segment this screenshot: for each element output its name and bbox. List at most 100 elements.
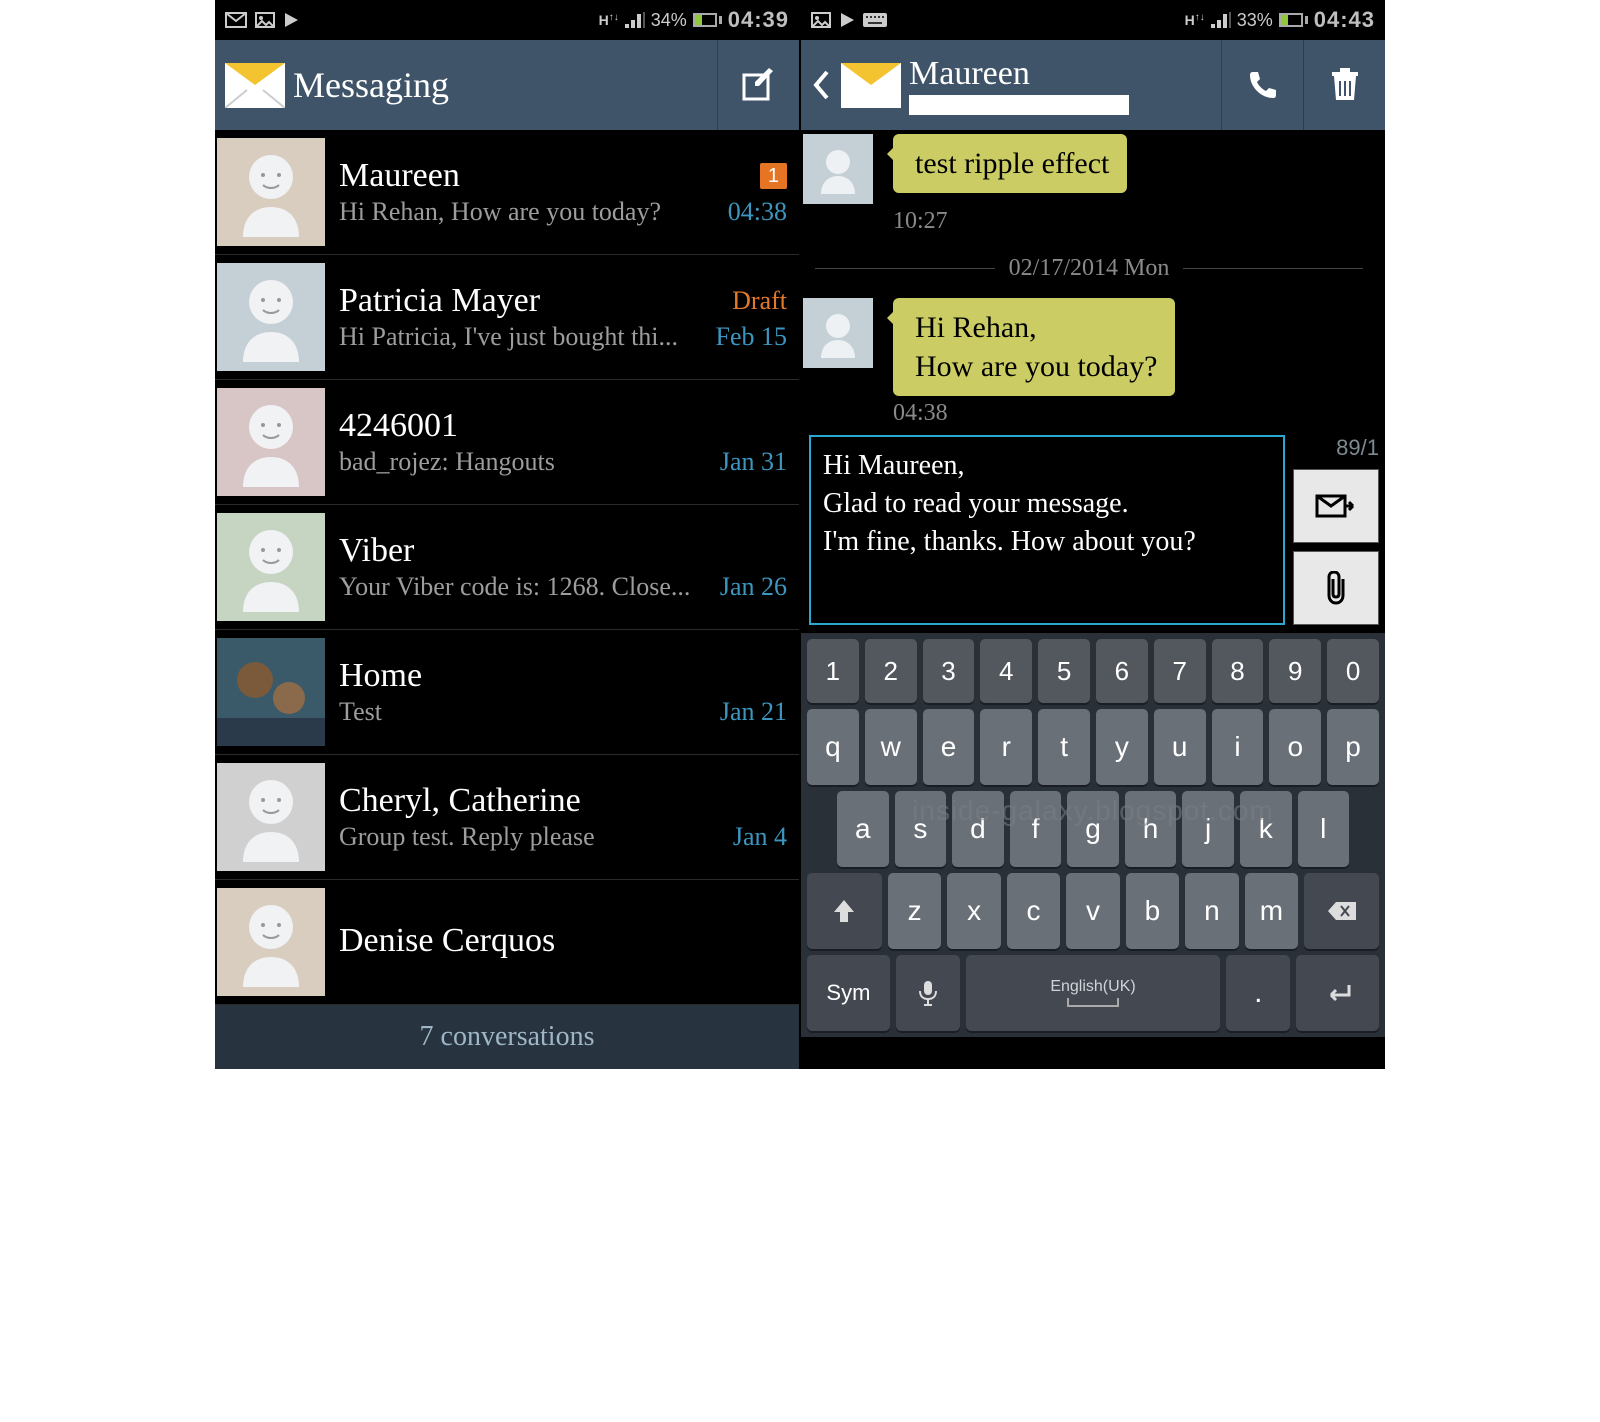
key-i[interactable]: i — [1212, 709, 1264, 785]
contact-name: Maureen — [339, 157, 460, 195]
key-t[interactable]: t — [1038, 709, 1090, 785]
status-time: 04:39 — [728, 7, 789, 33]
key-4[interactable]: 4 — [980, 639, 1032, 703]
date-separator: 02/17/2014 Mon — [801, 255, 1377, 282]
key-q[interactable]: q — [807, 709, 859, 785]
key-backspace[interactable] — [1304, 873, 1379, 949]
avatar — [217, 138, 325, 246]
battery-icon — [1279, 13, 1308, 27]
avatar — [803, 298, 873, 368]
conversation-item[interactable]: Denise Cerquos — [215, 880, 799, 1005]
chat-messages[interactable]: test ripple effect 10:27 02/17/2014 Mon … — [801, 130, 1385, 427]
key-enter[interactable] — [1296, 955, 1379, 1031]
key-sym[interactable]: Sym — [807, 955, 890, 1031]
key-p[interactable]: p — [1327, 709, 1379, 785]
hspa-icon: H↑↓ — [1185, 12, 1205, 28]
key-w[interactable]: w — [865, 709, 917, 785]
key-u[interactable]: u — [1154, 709, 1206, 785]
key-a[interactable]: a — [837, 791, 889, 867]
message-preview: Hi Patricia, I've just bought thi... — [339, 322, 706, 352]
play-icon — [283, 12, 299, 28]
key-v[interactable]: v — [1066, 873, 1119, 949]
key-s[interactable]: s — [895, 791, 947, 867]
compose-input[interactable] — [809, 435, 1285, 625]
key-period[interactable]: . — [1226, 955, 1290, 1031]
message-time: 04:38 — [893, 400, 1377, 427]
contact-name: Denise Cerquos — [339, 922, 555, 960]
key-3[interactable]: 3 — [923, 639, 975, 703]
message-incoming[interactable]: test ripple effect — [801, 130, 1377, 204]
key-voice[interactable] — [896, 955, 960, 1031]
key-l[interactable]: l — [1298, 791, 1350, 867]
key-m[interactable]: m — [1245, 873, 1298, 949]
message-time: 10:27 — [893, 208, 1377, 235]
key-5[interactable]: 5 — [1038, 639, 1090, 703]
key-x[interactable]: x — [947, 873, 1000, 949]
key-d[interactable]: d — [952, 791, 1004, 867]
message-time: Feb 15 — [716, 322, 788, 352]
key-c[interactable]: c — [1007, 873, 1060, 949]
back-button[interactable] — [801, 70, 841, 100]
call-button[interactable] — [1221, 40, 1303, 130]
signal-icon — [1211, 12, 1231, 28]
key-9[interactable]: 9 — [1269, 639, 1321, 703]
battery-percent: 34% — [651, 10, 687, 31]
key-r[interactable]: r — [980, 709, 1032, 785]
conversation-item[interactable]: Patricia Mayer Draft Hi Patricia, I've jus… — [215, 255, 799, 380]
key-o[interactable]: o — [1269, 709, 1321, 785]
key-8[interactable]: 8 — [1212, 639, 1264, 703]
avatar — [217, 388, 325, 496]
key-e[interactable]: e — [923, 709, 975, 785]
app-title: Messaging — [293, 64, 717, 106]
conversation-list[interactable]: Maureen1Hi Rehan, How are you today?04:3… — [215, 130, 799, 1005]
key-7[interactable]: 7 — [1154, 639, 1206, 703]
conversation-item[interactable]: Maureen1Hi Rehan, How are you today?04:3… — [215, 130, 799, 255]
avatar — [217, 888, 325, 996]
contact-name: Patricia Mayer — [339, 282, 540, 320]
conversation-item[interactable]: Cheryl, CatherineGroup test. Reply pleas… — [215, 755, 799, 880]
conversation-count: 7 conversations — [215, 1005, 799, 1069]
send-button[interactable] — [1293, 469, 1379, 543]
avatar — [217, 763, 325, 871]
key-z[interactable]: z — [888, 873, 941, 949]
app-bar: Maureen — [801, 40, 1385, 130]
delete-button[interactable] — [1303, 40, 1385, 130]
message-preview: Hi Rehan, How are you today? — [339, 197, 718, 227]
avatar — [803, 134, 873, 204]
message-time: Jan 4 — [733, 822, 787, 852]
key-g[interactable]: g — [1067, 791, 1119, 867]
message-time: Jan 21 — [720, 697, 787, 727]
key-2[interactable]: 2 — [865, 639, 917, 703]
key-1[interactable]: 1 — [807, 639, 859, 703]
key-y[interactable]: y — [1096, 709, 1148, 785]
key-space[interactable]: English(UK) — [966, 955, 1221, 1031]
key-j[interactable]: j — [1182, 791, 1234, 867]
draft-label: Draft — [732, 286, 787, 316]
contact-name: Maureen — [909, 55, 1221, 93]
contact-name: 4246001 — [339, 407, 458, 445]
message-preview: Group test. Reply please — [339, 822, 723, 852]
conversation-item[interactable]: HomeTestJan 21 — [215, 630, 799, 755]
key-k[interactable]: k — [1240, 791, 1292, 867]
key-0[interactable]: 0 — [1327, 639, 1379, 703]
battery-percent: 33% — [1237, 10, 1273, 31]
message-incoming[interactable]: Hi Rehan, How are you today? — [801, 294, 1377, 396]
key-n[interactable]: n — [1185, 873, 1238, 949]
date-separator-label: 02/17/2014 Mon — [1009, 255, 1170, 282]
message-preview: bad_rojez: Hangouts — [339, 447, 710, 477]
status-bar: H↑↓ 33% 04:43 — [801, 0, 1385, 40]
message-bubble: Hi Rehan, How are you today? — [893, 298, 1175, 396]
compose-button[interactable] — [717, 40, 799, 130]
picture-icon — [811, 12, 831, 28]
key-6[interactable]: 6 — [1096, 639, 1148, 703]
conversation-item[interactable]: ViberYour Viber code is: 1268. Close...J… — [215, 505, 799, 630]
key-shift[interactable] — [807, 873, 882, 949]
message-time: 04:38 — [728, 197, 787, 227]
key-h[interactable]: h — [1125, 791, 1177, 867]
phone-messaging-list: H↑↓ 34% 04:39 Messaging Maureen1Hi Rehan… — [215, 0, 799, 1069]
key-b[interactable]: b — [1126, 873, 1179, 949]
conversation-item[interactable]: 4246001bad_rojez: HangoutsJan 31 — [215, 380, 799, 505]
avatar — [217, 638, 325, 746]
key-f[interactable]: f — [1010, 791, 1062, 867]
attach-button[interactable] — [1293, 551, 1379, 625]
